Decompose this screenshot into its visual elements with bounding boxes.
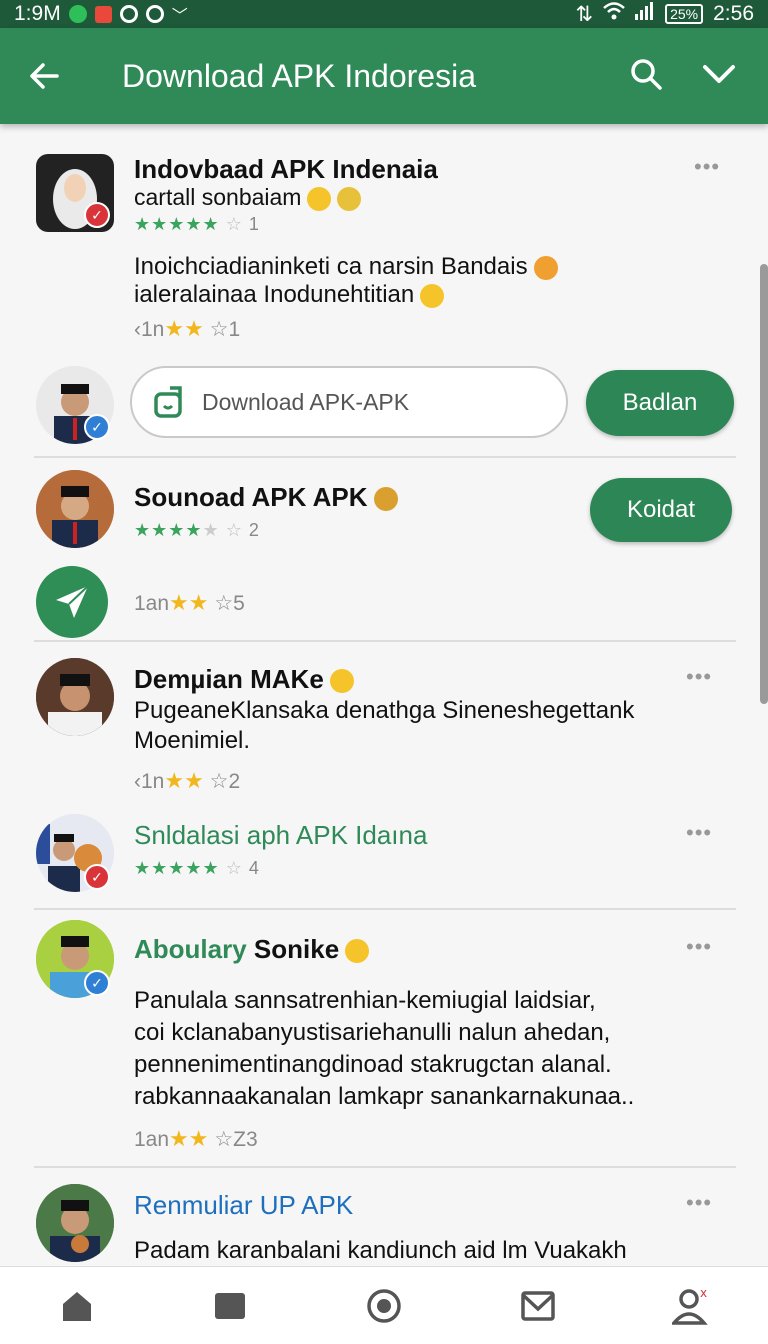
wifi-icon [603,2,625,26]
search-icon[interactable] [630,58,662,95]
item-body-line: coi kclanabanyustisariehanulli nalun ahe… [134,1019,611,1046]
download-input-text: Download APK-APK [202,388,410,415]
svg-text:x: x [700,1287,707,1300]
data-transfer-icon: ⇅ [575,2,594,26]
item-body-line: Panulala sannsatrenhian-kemiugial laidsi… [134,987,596,1014]
record-circle-icon[interactable] [354,1276,414,1336]
item-meta: 1an★★ ☆Z3 [134,1126,258,1151]
item-body-line: Padam karanbalani kandiunch aid lm Vuaka… [134,1237,627,1264]
rating-stars: ★★★★★ ☆ 1 [134,214,260,234]
more-options-icon[interactable]: ••• [686,820,712,846]
emoji-icon [337,186,362,211]
profile-icon[interactable]: x [661,1276,721,1336]
signal-icon [635,2,655,26]
item-title[interactable]: Indovbaad APK Indenaia [134,154,438,185]
badlan-button[interactable]: Badlan [586,370,734,436]
share-download-icon [154,386,182,418]
divider [34,908,736,910]
verified-badge-icon: ✓ [84,864,110,890]
bottom-navigation: x [0,1266,768,1344]
stop-square-icon[interactable] [200,1276,260,1336]
spotify-icon [145,5,164,23]
emoji-icon [329,669,354,694]
item-title[interactable]: Demµian MAKe [134,664,324,694]
verified-badge-icon: ✓ [84,970,110,996]
item-meta: ‹1n★★ ☆1 [134,316,241,341]
rating-stars: ★★★★★ ☆ 4 [134,858,260,878]
verified-badge-icon: ✓ [84,414,110,440]
more-options-icon[interactable]: ••• [686,1190,712,1216]
item-title-highlight[interactable]: Aboulary [134,934,247,964]
avatar [36,1184,114,1262]
app-bar: Download APK Indoresia [0,28,768,124]
chevron-small-icon: ﹀ [171,8,188,25]
emoji-icon [373,487,398,512]
app-notification-icon [94,5,112,23]
item-body-line: PugeaneKlansaka denathga Sineneshegettan… [134,697,635,724]
divider [34,456,736,458]
item-title[interactable]: Snldalasi aph APK Idaına [134,820,427,851]
rating-stars: ★★★★★ ☆ 2 [134,520,260,540]
status-time-left: 1:9M [14,2,61,25]
item-subtitle: cartall sonbaiam [134,184,302,210]
divider [34,1166,736,1168]
item-meta: 1an★★ ☆5 [134,590,245,615]
item-body-line: Moenimiel. [134,727,251,754]
back-arrow-icon[interactable] [0,61,88,91]
emoji-icon [307,186,332,211]
whatsapp-notification-icon [68,5,87,23]
item-title[interactable]: Renmuliar UP APK [134,1190,353,1221]
sync-icon [119,5,138,23]
emoji-icon [533,255,558,280]
item-body-line: pennenimentinangdinoad stakrugctan alana… [134,1051,612,1078]
scrollbar[interactable] [760,264,768,704]
mail-icon[interactable] [508,1276,568,1336]
item-body-line: Inoichciadianinketi ca narsin Bandais [134,253,528,280]
status-clock: 2:56 [713,2,754,25]
item-body-line: rabkannaakanalan lamkapr sanankarnakunaa… [134,1083,635,1110]
download-input[interactable]: Download APK-APK [130,366,568,438]
emoji-icon [345,939,370,964]
emoji-icon [420,283,445,308]
koidat-button[interactable]: Koidat [590,478,732,542]
item-title[interactable]: Sounoad APK APK [134,482,368,512]
avatar [36,658,114,736]
feed-list[interactable]: ✓ Indovbaad APK Indenaia cartall sonbaia… [0,124,768,1266]
page-title: Download APK Indoresia [122,57,476,94]
verified-badge-icon: ✓ [84,202,110,228]
status-bar: 1:9M ﹀ ⇅ 25% 2:56 [0,0,768,28]
more-options-icon[interactable]: ••• [686,934,712,960]
more-options-icon[interactable]: ••• [686,664,712,690]
item-body-line: ialeralainaa Inodunehtitian [134,281,415,308]
item-meta: ‹1n★★ ☆2 [134,768,241,793]
chevron-down-icon[interactable] [702,58,736,95]
home-icon[interactable] [47,1276,107,1336]
more-options-icon[interactable]: ••• [694,154,720,180]
item-title[interactable]: Sonike [254,934,339,964]
avatar [36,470,114,548]
battery-icon: 25% [665,4,704,24]
send-icon[interactable] [36,566,108,638]
divider [34,640,736,642]
